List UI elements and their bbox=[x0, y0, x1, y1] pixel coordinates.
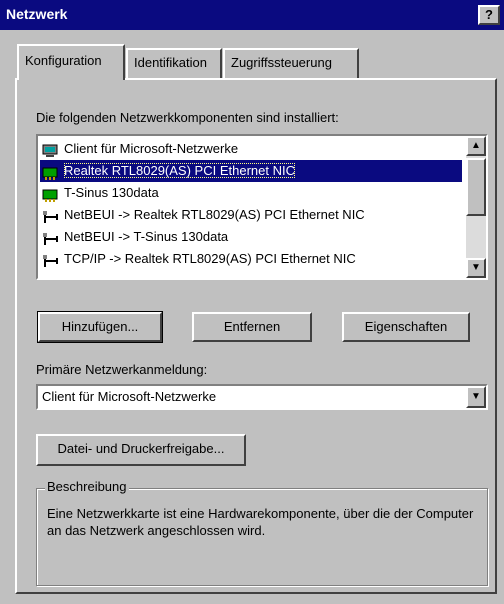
network-client-icon bbox=[42, 143, 60, 157]
network-adapter-icon bbox=[42, 165, 60, 180]
protocol-icon bbox=[42, 253, 60, 267]
list-item[interactable]: T-Sinus 130data bbox=[40, 182, 462, 204]
description-text: Eine Netzwerkkarte ist eine Hardwarekomp… bbox=[47, 506, 474, 538]
tab-zugriffssteuerung[interactable]: Zugriffssteuerung bbox=[223, 48, 359, 78]
protocol-icon bbox=[42, 209, 60, 223]
remove-button[interactable]: Entfernen bbox=[192, 312, 312, 342]
tab-konfiguration[interactable]: Konfiguration bbox=[17, 44, 125, 80]
properties-button[interactable]: Eigenschaften bbox=[342, 312, 470, 342]
list-item[interactable]: NetBEUI -> Realtek RTL8029(AS) PCI Ether… bbox=[40, 204, 462, 226]
network-adapter-icon bbox=[42, 187, 60, 202]
primary-logon-value: Client für Microsoft-Netzwerke bbox=[42, 389, 217, 404]
chevron-down-icon[interactable]: ▼ bbox=[466, 386, 486, 408]
list-scrollbar[interactable]: ▲ ▼ bbox=[466, 136, 486, 278]
primary-logon-label: Primäre Netzwerkanmeldung: bbox=[36, 362, 208, 377]
scroll-thumb[interactable] bbox=[466, 158, 486, 216]
description-title: Beschreibung bbox=[45, 479, 129, 494]
scroll-down-icon[interactable]: ▼ bbox=[466, 258, 486, 278]
file-print-sharing-button[interactable]: Datei- und Druckerfreigabe... bbox=[36, 434, 246, 466]
add-button[interactable]: Hinzufügen... bbox=[37, 311, 163, 343]
list-item[interactable]: Realtek RTL8029(AS) PCI Ethernet NIC bbox=[40, 160, 462, 182]
list-item[interactable]: TCP/IP -> Realtek RTL8029(AS) PCI Ethern… bbox=[40, 248, 462, 270]
list-item[interactable]: Client für Microsoft-Netzwerke bbox=[40, 138, 462, 160]
protocol-icon bbox=[42, 231, 60, 245]
list-item[interactable]: NetBEUI -> T-Sinus 130data bbox=[40, 226, 462, 248]
components-label: Die folgenden Netzwerkkomponenten sind i… bbox=[36, 110, 339, 125]
description-group: Beschreibung Eine Netzwerkkarte ist eine… bbox=[36, 479, 488, 586]
tab-identifikation[interactable]: Identifikation bbox=[126, 48, 222, 78]
help-button[interactable]: ? bbox=[478, 5, 500, 25]
window-title: Netzwerk bbox=[6, 6, 68, 22]
title-bar: Netzwerk ? bbox=[0, 0, 504, 30]
scroll-up-icon[interactable]: ▲ bbox=[466, 136, 486, 156]
components-listbox[interactable]: Client für Microsoft-Netzwerke Realtek R… bbox=[36, 134, 488, 280]
primary-logon-select[interactable]: Client für Microsoft-Netzwerke ▼ bbox=[36, 384, 488, 410]
